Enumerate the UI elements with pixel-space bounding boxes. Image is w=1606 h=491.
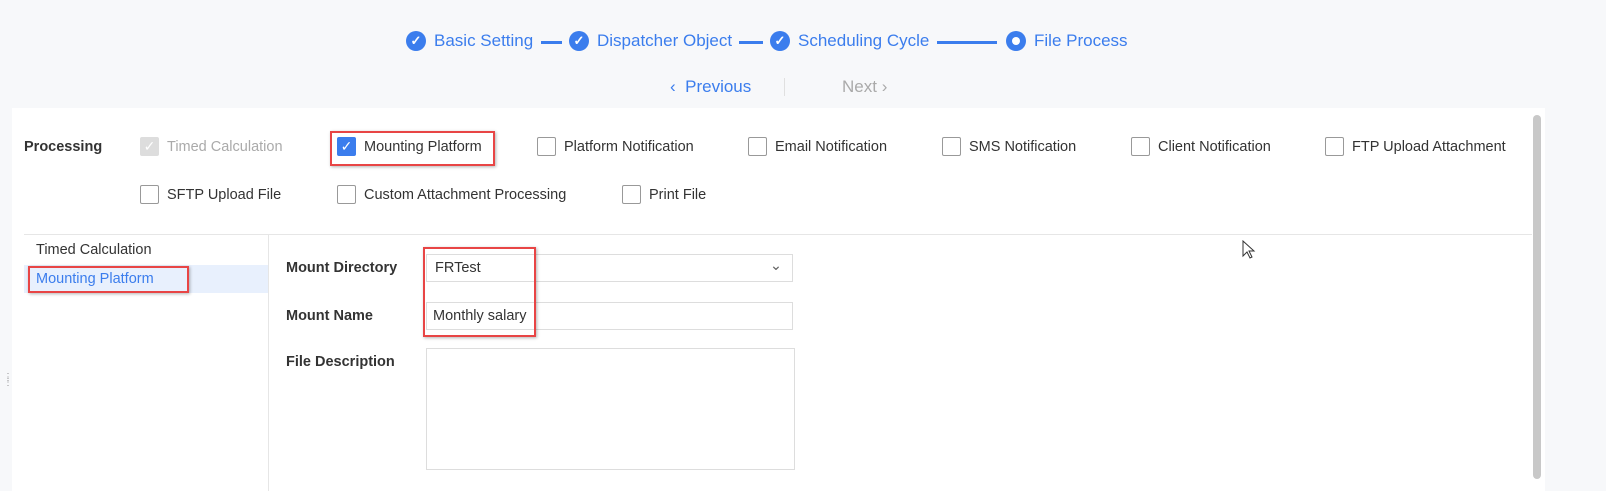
- check-circle-icon: ✓: [770, 31, 790, 51]
- file-description-textarea[interactable]: [426, 348, 795, 470]
- scrollbar[interactable]: [1533, 115, 1541, 479]
- step-basic-setting: ✓ Basic Setting: [406, 31, 533, 51]
- option-label: Timed Calculation: [167, 138, 283, 155]
- processing-label: Processing: [24, 139, 103, 155]
- previous-button[interactable]: ‹ Previous: [670, 77, 751, 97]
- step-label: File Process: [1034, 31, 1128, 50]
- option-label: SFTP Upload File: [167, 186, 282, 203]
- check-icon: ✓: [140, 137, 159, 156]
- check-circle-icon: ✓: [406, 31, 426, 51]
- checkbox-custom-attachment-processing[interactable]: Custom Attachment Processing: [337, 185, 566, 204]
- option-label: Email Notification: [775, 138, 888, 155]
- checkbox-platform-notification[interactable]: Platform Notification: [537, 137, 694, 156]
- option-label: Print File: [649, 186, 707, 203]
- checkbox-ftp-upload-attachment[interactable]: FTP Upload Attachment: [1325, 137, 1506, 156]
- next-label: Next: [842, 77, 877, 96]
- highlight-box: [423, 247, 536, 337]
- step-file-process: File Process: [1006, 31, 1128, 51]
- next-button[interactable]: Next ›: [842, 77, 887, 97]
- step-label: Basic Setting: [434, 31, 534, 50]
- check-circle-icon: ✓: [569, 31, 589, 51]
- divider: [24, 234, 1532, 235]
- option-label: SMS Notification: [969, 138, 1077, 155]
- mount-name-label: Mount Name: [286, 308, 373, 324]
- step-connector: [739, 41, 763, 44]
- checkbox-sftp-upload-file[interactable]: SFTP Upload File: [140, 185, 281, 204]
- checkbox-timed-calculation[interactable]: ✓ Timed Calculation: [140, 137, 283, 156]
- step-connector: [937, 41, 997, 44]
- highlight-box: [28, 266, 189, 293]
- option-label: FTP Upload Attachment: [1352, 138, 1506, 155]
- step-label: Dispatcher Object: [597, 31, 733, 50]
- chevron-right-icon: ›: [881, 77, 888, 96]
- checkbox-icon: [748, 137, 767, 156]
- divider: [268, 235, 269, 491]
- highlight-box: [330, 131, 495, 166]
- chevron-left-icon: ‹: [670, 77, 681, 96]
- chevron-down-icon: ⌄: [769, 258, 782, 274]
- checkbox-print-file[interactable]: Print File: [622, 185, 706, 204]
- checkbox-icon: [537, 137, 556, 156]
- mount-directory-label: Mount Directory: [286, 260, 398, 276]
- checkbox-icon: [337, 185, 356, 204]
- checkbox-icon: [622, 185, 641, 204]
- previous-label: Previous: [685, 77, 752, 96]
- file-description-label: File Description: [286, 354, 395, 370]
- step-dispatcher-object: ✓ Dispatcher Object: [569, 31, 732, 51]
- checkbox-email-notification[interactable]: Email Notification: [748, 137, 887, 156]
- checkbox-client-notification[interactable]: Client Notification: [1131, 137, 1271, 156]
- checkbox-icon: [1131, 137, 1150, 156]
- step-scheduling-cycle: ✓ Scheduling Cycle: [770, 31, 929, 51]
- checkbox-sms-notification[interactable]: SMS Notification: [942, 137, 1076, 156]
- option-label: Custom Attachment Processing: [364, 186, 567, 203]
- option-label: Platform Notification: [564, 138, 694, 155]
- option-label: Client Notification: [1158, 138, 1271, 155]
- side-item-timed-calculation[interactable]: Timed Calculation: [24, 236, 268, 264]
- step-label: Scheduling Cycle: [798, 31, 930, 50]
- step-connector: [541, 41, 562, 44]
- checkbox-icon: [140, 185, 159, 204]
- mouse-cursor-icon: [1242, 240, 1256, 259]
- nav-divider: [784, 78, 785, 96]
- checkbox-icon: [1325, 137, 1344, 156]
- checkbox-icon: [942, 137, 961, 156]
- current-step-icon: [1006, 31, 1026, 51]
